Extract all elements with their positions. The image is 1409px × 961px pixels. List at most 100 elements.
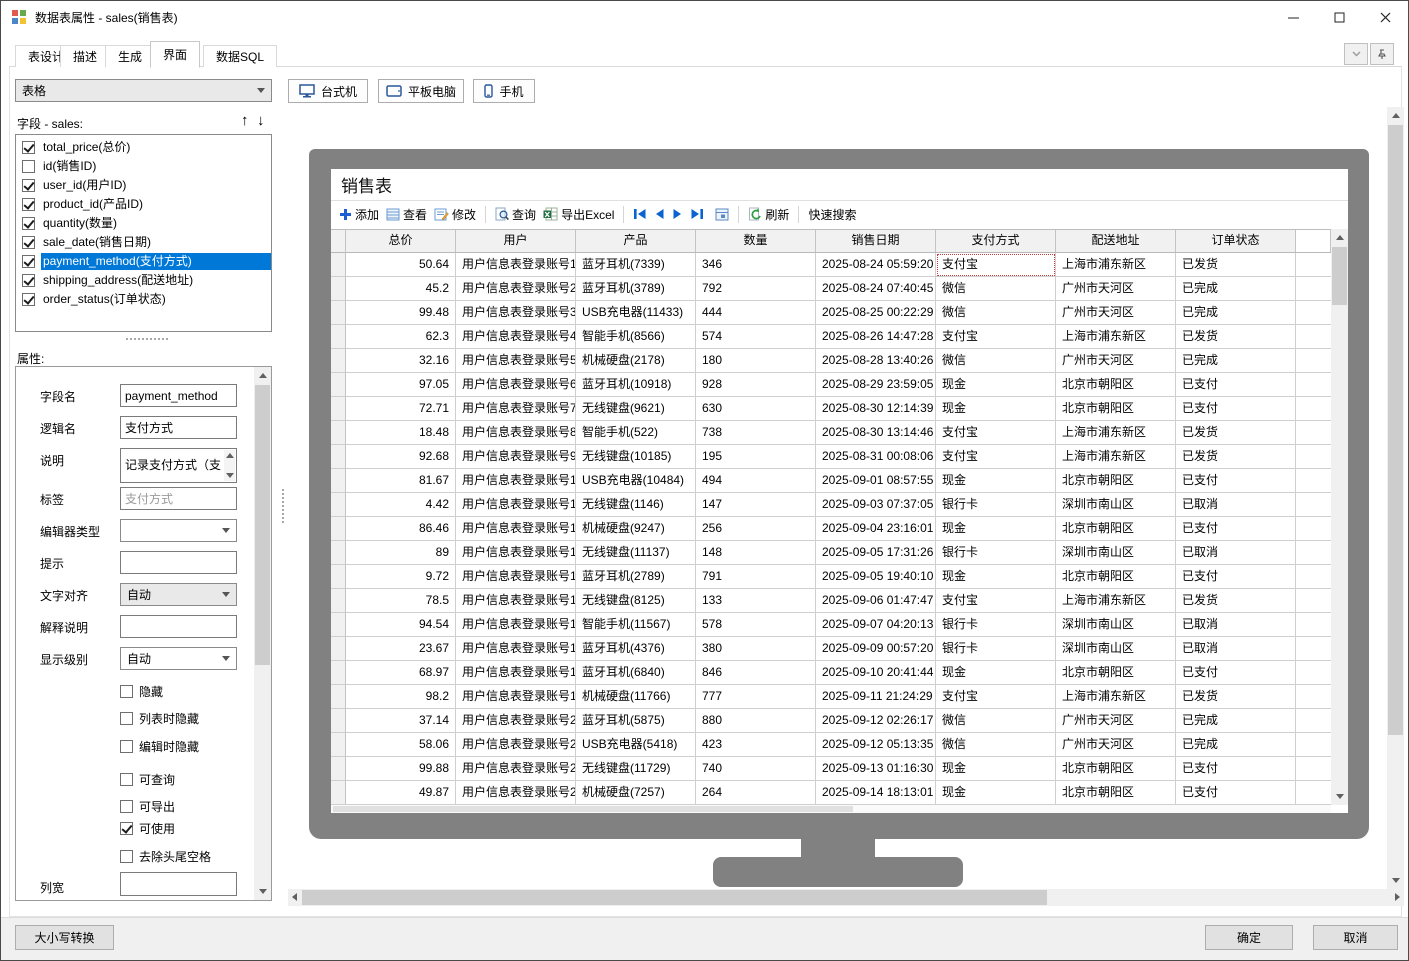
table-cell[interactable]: 已发货 bbox=[1176, 325, 1296, 349]
table-cell[interactable]: 北京市朝阳区 bbox=[1056, 661, 1176, 685]
first-page-icon[interactable] bbox=[633, 208, 647, 220]
row-selector-cell[interactable] bbox=[331, 397, 346, 421]
table-cell[interactable]: 智能手机(522) bbox=[576, 421, 696, 445]
table-cell[interactable]: 已发货 bbox=[1176, 253, 1296, 277]
table-cell[interactable]: 578 bbox=[696, 613, 816, 637]
table-cell[interactable]: 机械硬盘(7257) bbox=[576, 781, 696, 805]
table-cell[interactable]: 已发货 bbox=[1176, 685, 1296, 709]
flag-checkbox-item[interactable]: 可导出 bbox=[120, 798, 175, 815]
table-cell[interactable]: 99.88 bbox=[346, 757, 456, 781]
table-cell[interactable]: 已发货 bbox=[1176, 589, 1296, 613]
table-cell[interactable]: 58.06 bbox=[346, 733, 456, 757]
table-cell[interactable]: 用户信息表登录账号1 bbox=[456, 493, 576, 517]
table-cell[interactable]: 北京市朝阳区 bbox=[1056, 781, 1176, 805]
table-cell[interactable]: 蓝牙耳机(4376) bbox=[576, 637, 696, 661]
table-row[interactable]: 78.5用户信息表登录账号1无线键盘(8125)1332025-09-06 01… bbox=[331, 589, 1348, 613]
table-cell[interactable]: 用户信息表登录账号4 bbox=[456, 325, 576, 349]
field-item[interactable]: quantity(数量) bbox=[16, 214, 271, 233]
tab-description[interactable]: 描述 bbox=[60, 45, 110, 67]
table-cell[interactable]: 支付宝 bbox=[936, 325, 1056, 349]
row-selector-cell[interactable] bbox=[331, 661, 346, 685]
field-item[interactable]: total_price(总价) bbox=[16, 138, 271, 157]
tag-input[interactable] bbox=[120, 487, 237, 510]
table-cell[interactable]: 已取消 bbox=[1176, 493, 1296, 517]
table-cell[interactable]: 支付宝 bbox=[936, 685, 1056, 709]
main-horizontal-scrollbar[interactable] bbox=[288, 889, 1404, 906]
refresh-button[interactable]: 刷新 bbox=[748, 206, 789, 223]
table-cell[interactable]: 已支付 bbox=[1176, 397, 1296, 421]
table-cell[interactable]: 已支付 bbox=[1176, 661, 1296, 685]
column-header[interactable]: 产品 bbox=[576, 230, 696, 253]
table-row[interactable]: 4.42用户信息表登录账号1无线键盘(1146)1472025-09-03 07… bbox=[331, 493, 1348, 517]
table-cell[interactable]: 用户信息表登录账号1 bbox=[456, 541, 576, 565]
table-cell[interactable]: 用户信息表登录账号2 bbox=[456, 781, 576, 805]
table-row[interactable]: 45.2用户信息表登录账号2蓝牙耳机(3789)7922025-08-24 07… bbox=[331, 277, 1348, 301]
table-cell[interactable]: 用户信息表登录账号1 bbox=[456, 565, 576, 589]
row-selector-cell[interactable] bbox=[331, 685, 346, 709]
quick-search-button[interactable]: 快速搜索 bbox=[808, 206, 856, 223]
table-cell[interactable]: 78.5 bbox=[346, 589, 456, 613]
table-cell[interactable]: 无线键盘(11729) bbox=[576, 757, 696, 781]
table-cell[interactable]: 148 bbox=[696, 541, 816, 565]
flag-checkbox[interactable] bbox=[120, 685, 133, 698]
table-cell[interactable]: 已完成 bbox=[1176, 733, 1296, 757]
table-cell[interactable]: 72.71 bbox=[346, 397, 456, 421]
table-cell[interactable]: 用户信息表登录账号2 bbox=[456, 757, 576, 781]
goto-page-icon[interactable] bbox=[715, 208, 729, 221]
table-cell[interactable]: 740 bbox=[696, 757, 816, 781]
flag-checkbox[interactable] bbox=[120, 800, 133, 813]
horizontal-splitter[interactable] bbox=[126, 338, 168, 340]
table-cell[interactable]: 无线键盘(1146) bbox=[576, 493, 696, 517]
field-item[interactable]: user_id(用户ID) bbox=[16, 176, 271, 195]
chevron-down-button[interactable] bbox=[1344, 43, 1368, 65]
field-checkbox[interactable] bbox=[22, 274, 35, 287]
table-cell[interactable]: 支付宝 bbox=[936, 589, 1056, 613]
table-cell[interactable]: 用户信息表登录账号7 bbox=[456, 397, 576, 421]
flag-checkbox[interactable] bbox=[120, 850, 133, 863]
table-row[interactable]: 92.68用户信息表登录账号9无线键盘(10185)1952025-08-31 … bbox=[331, 445, 1348, 469]
table-cell[interactable]: 深圳市南山区 bbox=[1056, 613, 1176, 637]
flag-checkbox[interactable] bbox=[120, 740, 133, 753]
table-cell[interactable]: 49.87 bbox=[346, 781, 456, 805]
table-cell[interactable]: 广州市天河区 bbox=[1056, 349, 1176, 373]
table-row[interactable]: 89用户信息表登录账号1无线键盘(11137)1482025-09-05 17:… bbox=[331, 541, 1348, 565]
table-cell[interactable]: 用户信息表登录账号8 bbox=[456, 421, 576, 445]
table-cell[interactable]: 45.2 bbox=[346, 277, 456, 301]
table-cell[interactable]: 用户信息表登录账号1 bbox=[456, 517, 576, 541]
table-cell[interactable]: 微信 bbox=[936, 301, 1056, 325]
table-row[interactable]: 49.87用户信息表登录账号2机械硬盘(7257)2642025-09-14 1… bbox=[331, 781, 1348, 805]
table-cell[interactable]: 北京市朝阳区 bbox=[1056, 757, 1176, 781]
table-cell[interactable]: 北京市朝阳区 bbox=[1056, 469, 1176, 493]
table-cell[interactable]: 蓝牙耳机(3789) bbox=[576, 277, 696, 301]
table-row[interactable]: 81.67用户信息表登录账号1USB充电器(10484)4942025-09-0… bbox=[331, 469, 1348, 493]
table-cell[interactable]: 用户信息表登录账号1 bbox=[456, 253, 576, 277]
table-row[interactable]: 62.3用户信息表登录账号4智能手机(8566)5742025-08-26 14… bbox=[331, 325, 1348, 349]
flag-checkbox-item[interactable]: 可使用 bbox=[120, 820, 175, 837]
column-header[interactable]: 总价 bbox=[346, 230, 456, 253]
tab-data-sql[interactable]: 数据SQL bbox=[203, 45, 277, 67]
table-cell[interactable]: 北京市朝阳区 bbox=[1056, 517, 1176, 541]
table-cell[interactable]: 37.14 bbox=[346, 709, 456, 733]
table-cell[interactable]: 423 bbox=[696, 733, 816, 757]
table-cell[interactable]: 2025-09-06 01:47:47 bbox=[816, 589, 936, 613]
editor-type-select[interactable] bbox=[120, 519, 237, 542]
table-cell[interactable]: 2025-08-24 07:40:45 bbox=[816, 277, 936, 301]
table-cell[interactable]: USB充电器(5418) bbox=[576, 733, 696, 757]
table-cell[interactable]: 用户信息表登录账号1 bbox=[456, 469, 576, 493]
field-item[interactable]: order_status(订单状态) bbox=[16, 290, 271, 309]
table-cell[interactable]: 792 bbox=[696, 277, 816, 301]
row-selector-cell[interactable] bbox=[331, 325, 346, 349]
table-cell[interactable]: 智能手机(11567) bbox=[576, 613, 696, 637]
table-row[interactable]: 99.88用户信息表登录账号2无线键盘(11729)7402025-09-13 … bbox=[331, 757, 1348, 781]
column-header[interactable]: 数量 bbox=[696, 230, 816, 253]
hint-input[interactable] bbox=[120, 551, 237, 574]
table-cell[interactable]: 北京市朝阳区 bbox=[1056, 565, 1176, 589]
table-cell[interactable]: 现金 bbox=[936, 757, 1056, 781]
flag-checkbox[interactable] bbox=[120, 822, 133, 835]
flag-checkbox-item[interactable]: 列表时隐藏 bbox=[120, 710, 199, 727]
table-cell[interactable]: 2025-08-26 14:47:28 bbox=[816, 325, 936, 349]
table-cell[interactable]: 89 bbox=[346, 541, 456, 565]
table-row[interactable]: 37.14用户信息表登录账号2蓝牙耳机(5875)8802025-09-12 0… bbox=[331, 709, 1348, 733]
properties-scrollbar[interactable] bbox=[254, 367, 271, 900]
table-cell[interactable]: 现金 bbox=[936, 781, 1056, 805]
